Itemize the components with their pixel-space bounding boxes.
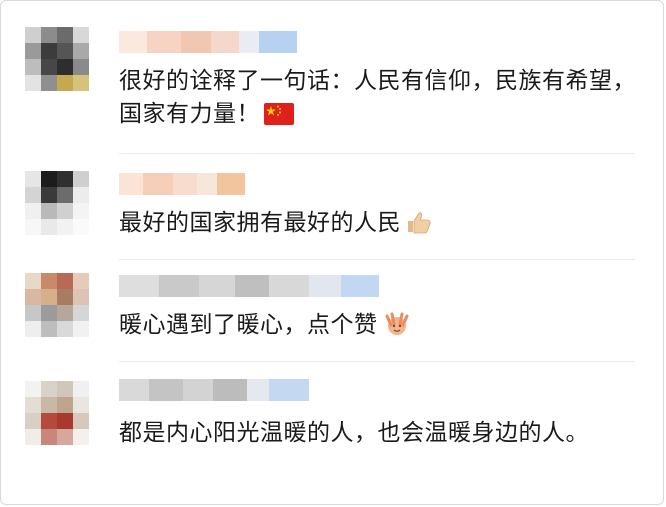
comment-text: 暖心遇到了暖心，点个赞 <box>119 309 639 346</box>
comment-list: 很好的诠释了一句话：人民有信仰，民族有希望，国家有力量！ 最好的国家拥有最好的人… <box>0 0 664 505</box>
nickname-blurred[interactable] <box>119 173 245 195</box>
nickname-blurred[interactable] <box>119 31 297 53</box>
thumbs-up-icon <box>405 210 431 244</box>
comment-text: 最好的国家拥有最好的人民 <box>119 207 639 244</box>
divider <box>119 259 635 260</box>
comment-text: 很好的诠释了一句话：人民有信仰，民族有希望，国家有力量！ <box>119 65 639 135</box>
victory-hands-icon <box>382 310 412 346</box>
avatar[interactable] <box>25 273 89 337</box>
avatar[interactable] <box>25 381 89 445</box>
divider <box>119 153 635 154</box>
china-flag-icon <box>264 102 294 135</box>
divider <box>119 361 635 362</box>
avatar[interactable] <box>25 27 89 91</box>
nickname-blurred[interactable] <box>119 275 399 297</box>
nickname-blurred[interactable] <box>119 379 329 401</box>
avatar[interactable] <box>25 171 89 235</box>
comment-text: 都是内心阳光温暖的人，也会温暖身边的人。 <box>119 420 589 446</box>
